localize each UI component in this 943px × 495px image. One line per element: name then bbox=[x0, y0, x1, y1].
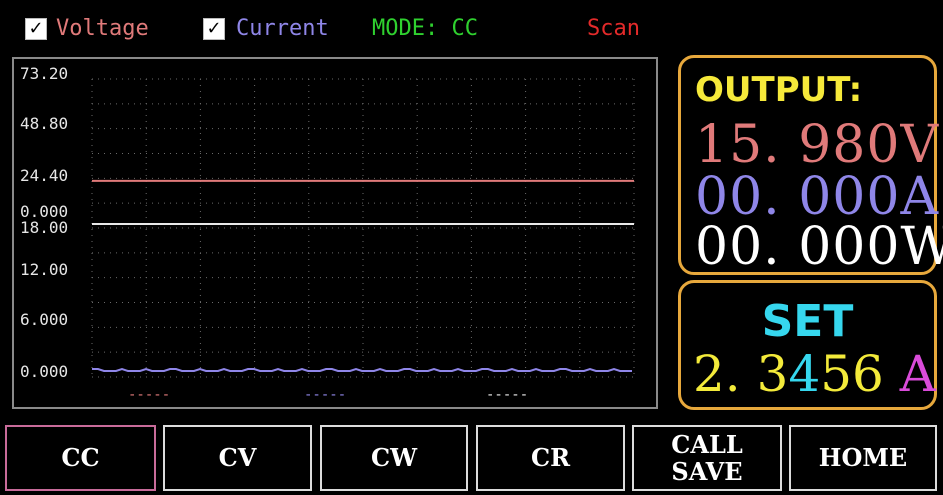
output-power: 00. 000W bbox=[695, 217, 943, 277]
call-save-button[interactable]: CALL SAVE bbox=[632, 425, 782, 491]
set-unit: A bbox=[883, 345, 936, 403]
trend-plot: 73.20 48.80 24.40 0.000 18.00 12.00 6.000 0.000… bbox=[12, 57, 658, 409]
scan-button[interactable]: Scan bbox=[587, 16, 640, 42]
cv-button[interactable]: CV bbox=[163, 425, 312, 491]
set-int-part: 2. bbox=[693, 345, 741, 403]
plot-grid bbox=[91, 78, 635, 378]
output-title: OUTPUT: bbox=[695, 70, 863, 110]
voltage-checkbox[interactable]: ✓ bbox=[25, 18, 47, 40]
current-checkbox[interactable]: ✓ bbox=[203, 18, 225, 40]
save-label: SAVE bbox=[671, 457, 743, 486]
current-label: Current bbox=[236, 16, 329, 41]
plot-legend: ----- ----- ----- bbox=[128, 387, 528, 403]
current-tick-label: 6.000 bbox=[20, 310, 68, 329]
current-trace bbox=[92, 367, 632, 372]
call-label: CALL bbox=[671, 430, 743, 459]
voltage-label: Voltage bbox=[56, 16, 149, 41]
cw-button[interactable]: CW bbox=[320, 425, 468, 491]
set-panel[interactable]: SET 2. 3456 A bbox=[678, 280, 937, 410]
header-bar: ✓ Voltage ✓ Current MODE: CC Scan bbox=[0, 0, 943, 50]
output-voltage: 15. 980V bbox=[695, 115, 940, 175]
cc-button[interactable]: CC bbox=[5, 425, 156, 491]
set-value[interactable]: 2. 3456 A bbox=[693, 347, 936, 401]
legend-entry: ----- bbox=[304, 387, 346, 403]
current-tick-label: 12.00 bbox=[20, 260, 68, 279]
set-digit-c: 56 bbox=[820, 345, 884, 403]
voltage-tick-label: 24.40 bbox=[20, 166, 68, 185]
plot-ticks: 73.2048.8024.400.00018.0012.006.0000.000 bbox=[20, 64, 68, 381]
trend-plot-svg: 73.2048.8024.400.00018.0012.006.0000.000… bbox=[20, 64, 635, 403]
cr-button[interactable]: CR bbox=[476, 425, 625, 491]
legend-entry: ----- bbox=[486, 387, 528, 403]
legend-entry: ----- bbox=[128, 387, 170, 403]
set-digit-b: 4 bbox=[788, 345, 821, 403]
output-current: 00. 000A bbox=[695, 167, 940, 227]
current-tick-label: 18.00 bbox=[20, 218, 68, 237]
set-title: SET bbox=[761, 296, 854, 347]
set-digit-a: 3 bbox=[740, 345, 789, 403]
output-panel: OUTPUT: 15. 980V 00. 000A 00. 000W bbox=[678, 55, 943, 275]
current-tick-label: 0.000 bbox=[20, 362, 68, 381]
mode-label: MODE: CC bbox=[372, 16, 478, 41]
voltage-tick-label: 73.20 bbox=[20, 64, 68, 83]
home-button[interactable]: HOME bbox=[789, 425, 937, 491]
voltage-tick-label: 48.80 bbox=[20, 114, 68, 133]
